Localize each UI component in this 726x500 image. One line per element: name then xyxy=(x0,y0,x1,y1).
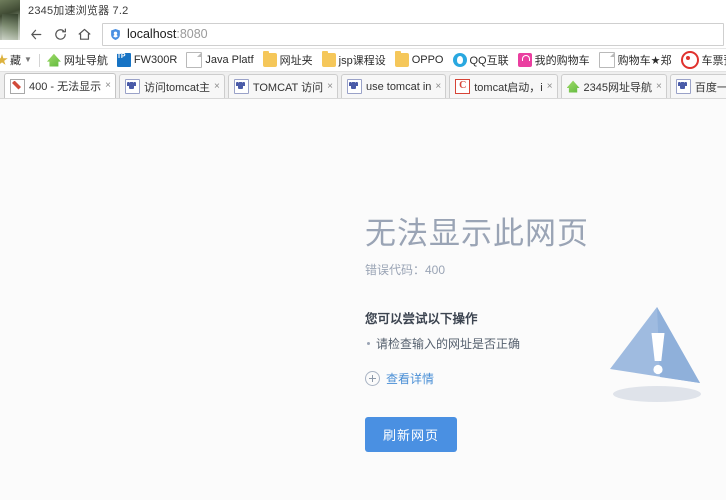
plus-circle-icon xyxy=(365,371,380,387)
navigation-toolbar: localhost:8080 xyxy=(0,20,726,49)
qq-icon xyxy=(452,53,467,67)
favorites-label: 藏 xyxy=(10,55,21,67)
close-icon[interactable]: × xyxy=(435,81,441,92)
bookmarks-divider xyxy=(38,53,40,67)
tab-label: TOMCAT 访问 xyxy=(252,81,324,94)
bookmark-item[interactable]: 车票预订 | xyxy=(680,51,726,69)
favorites-menu[interactable]: 藏 ▼ xyxy=(0,52,32,68)
tomcat-icon xyxy=(233,79,249,94)
bookmark-label: 网址夹 xyxy=(279,55,313,67)
bookmark-label: 网址导航 xyxy=(63,55,108,67)
document-icon xyxy=(186,52,203,68)
document-icon xyxy=(598,52,615,68)
nav-2345-icon xyxy=(46,53,61,67)
tab-label: use tomcat in xyxy=(365,80,432,93)
ticket-icon xyxy=(680,51,699,69)
bullet-icon xyxy=(367,342,370,346)
reload-icon[interactable] xyxy=(48,22,72,46)
window-title: 2345加速浏览器 7.2 xyxy=(28,5,129,17)
star-icon xyxy=(0,54,8,65)
bookmark-label: Java Platf xyxy=(205,54,254,66)
bookmark-label: QQ互联 xyxy=(469,55,509,67)
warning-triangle-icon xyxy=(610,307,701,402)
suggestion-text: 请检查输入的网址是否正确 xyxy=(376,337,521,352)
back-arrow-icon[interactable] xyxy=(24,22,48,46)
tab-label: tomcat启动，i xyxy=(474,81,543,94)
tab-tomcat-access[interactable]: TOMCAT 访问 × xyxy=(227,74,338,98)
folder-icon xyxy=(262,51,277,67)
bookmark-item[interactable]: QQ互联 xyxy=(452,52,509,68)
tab-baidu[interactable]: 百度一下，你 × xyxy=(669,74,726,98)
bookmark-label: 车票预订 | xyxy=(701,55,726,67)
bookmark-label: OPPO xyxy=(411,54,444,66)
tab-use-tomcat[interactable]: use tomcat in × xyxy=(340,74,447,98)
tab-strip: 400 - 无法显示 × 访问tomcat主 × TOMCAT 访问 × use… xyxy=(0,72,726,99)
bookmark-item[interactable]: OPPO xyxy=(394,51,444,67)
page-viewport: 无法显示此网页 错误代码：400 您可以尝试以下操作 请检查输入的网址是否正确 … xyxy=(0,99,726,500)
folder-icon xyxy=(394,51,409,67)
csdn-icon: C xyxy=(455,79,471,94)
shopping-cart-icon xyxy=(517,53,532,67)
shield-icon xyxy=(111,28,120,40)
tab-label: 400 - 无法显示 xyxy=(29,81,102,93)
bookmark-item[interactable]: 网址导航 xyxy=(46,52,108,68)
bookmark-item[interactable]: TP FW300R xyxy=(116,53,178,67)
error-page-icon xyxy=(10,78,25,94)
refresh-page-button[interactable]: 刷新网页 xyxy=(365,417,458,453)
home-icon[interactable] xyxy=(72,22,96,46)
bookmark-label: 购物车★郑 xyxy=(617,55,672,67)
address-host: localhost xyxy=(127,27,177,41)
bookmark-item[interactable]: Java Platf xyxy=(186,52,254,68)
bookmark-item[interactable]: jsp课程设 xyxy=(321,51,386,68)
browser-window: 2345加速浏览器 7.2 localhost:8080 藏 ▼ 网址导航 TP… xyxy=(0,0,726,500)
bookmark-label: jsp课程设 xyxy=(338,55,386,67)
title-bar: 2345加速浏览器 7.2 xyxy=(0,0,726,40)
tab-400-error[interactable]: 400 - 无法显示 × xyxy=(4,73,116,98)
close-icon[interactable]: × xyxy=(656,81,662,92)
tomcat-icon xyxy=(675,79,691,94)
address-port: :8080 xyxy=(176,27,208,41)
address-bar-text: localhost:8080 xyxy=(127,27,208,41)
tab-tomcat-startup[interactable]: C tomcat启动，i × xyxy=(449,74,558,98)
tab-tomcat-visit[interactable]: 访问tomcat主 × xyxy=(118,74,225,98)
bookmark-item[interactable]: 购物车★郑 xyxy=(598,52,672,68)
error-code: 错误代码：400 xyxy=(365,263,446,278)
tab-label: 访问tomcat主 xyxy=(143,81,210,94)
bookmarks-bar: 藏 ▼ 网址导航 TP FW300R Java Platf 网址夹 jsp课程设… xyxy=(0,49,726,72)
tab-2345-nav[interactable]: 2345网址导航 × xyxy=(560,74,667,98)
tab-label: 2345网址导航 xyxy=(583,81,653,94)
tomcat-icon xyxy=(346,79,362,94)
error-page: 无法显示此网页 错误代码：400 您可以尝试以下操作 请检查输入的网址是否正确 … xyxy=(365,216,705,453)
close-icon[interactable]: × xyxy=(547,81,553,92)
bookmark-item[interactable]: 我的购物车 xyxy=(517,52,590,68)
bookmark-item[interactable]: 网址夹 xyxy=(262,51,313,68)
tp-link-icon: TP xyxy=(116,53,131,67)
close-icon[interactable]: × xyxy=(105,81,111,91)
tab-label: 百度一下，你 xyxy=(694,81,726,94)
address-bar[interactable]: localhost:8080 xyxy=(102,22,724,46)
nav-2345-icon xyxy=(566,80,580,93)
folder-icon xyxy=(321,51,336,67)
view-details-label: 查看详情 xyxy=(386,372,435,387)
close-icon[interactable]: × xyxy=(327,81,333,92)
page-title: 无法显示此网页 xyxy=(365,216,589,251)
window-thumbnail xyxy=(0,0,20,40)
bookmark-label: FW300R xyxy=(133,54,178,66)
chevron-down-icon: ▼ xyxy=(24,55,32,64)
close-icon[interactable]: × xyxy=(214,81,220,92)
bookmark-label: 我的购物车 xyxy=(534,55,590,67)
tomcat-icon xyxy=(124,79,140,94)
